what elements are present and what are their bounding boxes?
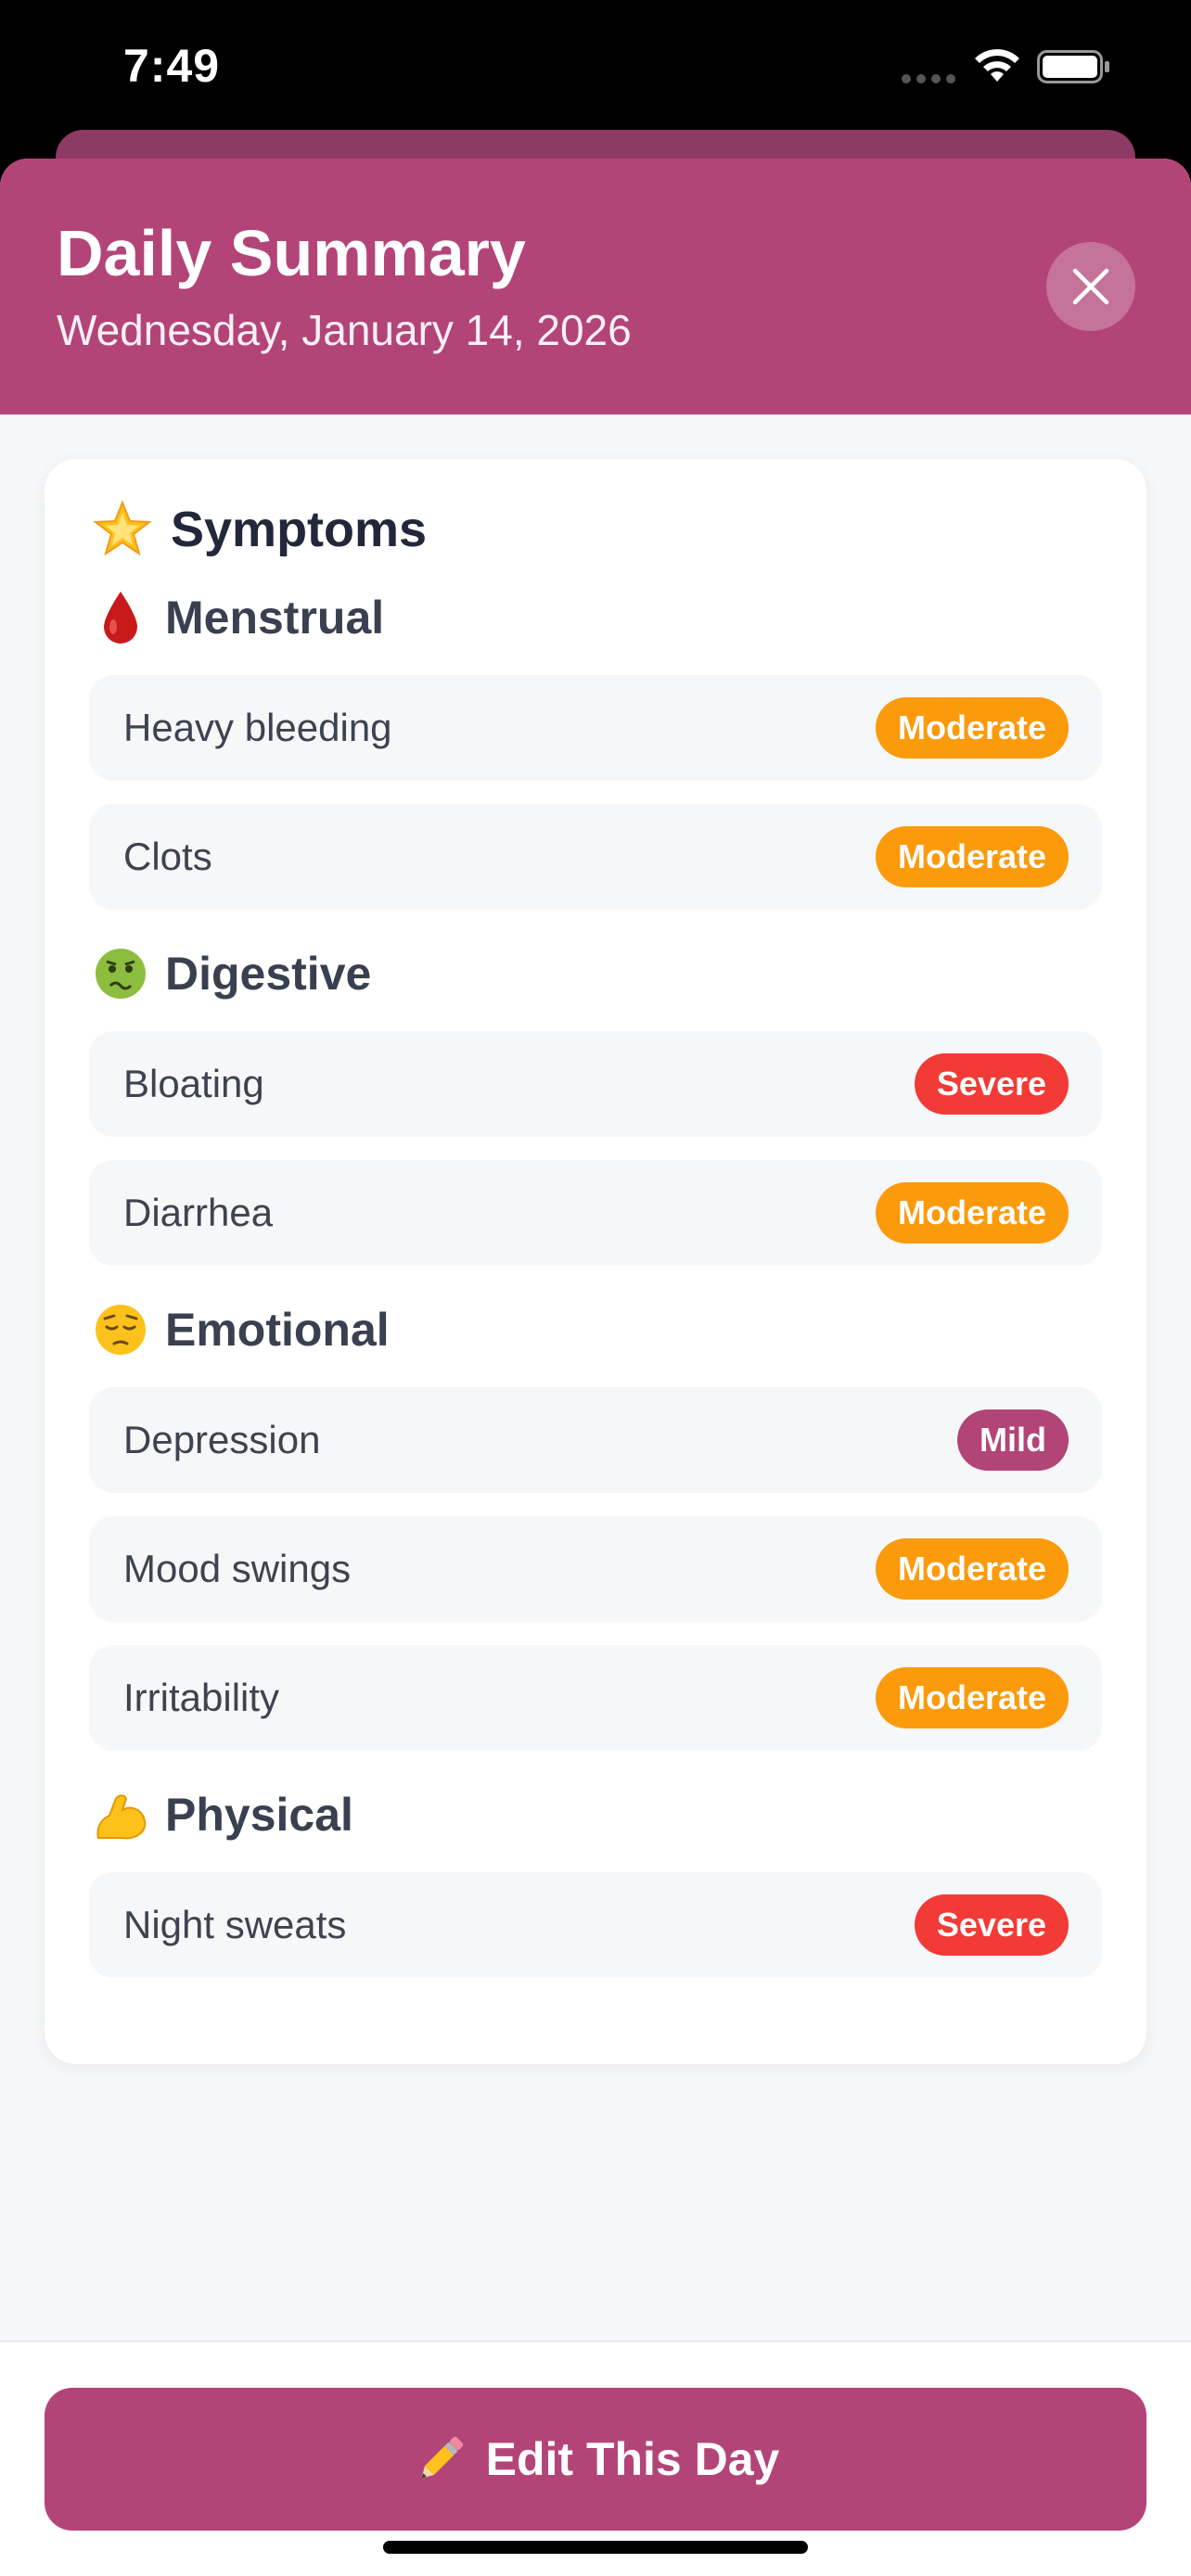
- severity-badge: Mild: [957, 1409, 1069, 1471]
- severity-badge: Moderate: [875, 1538, 1069, 1600]
- symptoms-heading: Symptoms: [93, 500, 427, 559]
- symptom-row-clots[interactable]: Clots Moderate: [89, 804, 1102, 910]
- pencil-icon: [421, 2436, 463, 2479]
- close-button[interactable]: [1046, 242, 1135, 331]
- symptom-row-diarrhea[interactable]: Diarrhea Moderate: [89, 1160, 1102, 1266]
- severity-badge: Severe: [914, 1053, 1069, 1115]
- blood-drop-icon: [93, 590, 148, 645]
- home-indicator[interactable]: [383, 2541, 808, 2554]
- symptom-row-irritability[interactable]: Irritability Moderate: [89, 1645, 1102, 1751]
- flexed-biceps-icon: [93, 1787, 148, 1843]
- category-digestive: Digestive: [93, 946, 371, 1001]
- star-icon: [93, 500, 152, 556]
- close-icon: [1072, 268, 1109, 305]
- page-title: Daily Summary: [57, 217, 526, 289]
- severity-badge: Moderate: [875, 826, 1069, 887]
- symptom-label: Heavy bleeding: [123, 706, 392, 749]
- symptom-row-bloating[interactable]: Bloating Severe: [89, 1031, 1102, 1137]
- symptoms-card: Symptoms Menstrual Heavy bleeding Modera…: [45, 459, 1146, 2064]
- symptoms-title: Symptoms: [171, 502, 428, 557]
- category-physical: Physical: [93, 1787, 353, 1843]
- summary-date: Wednesday, January 14, 2026: [57, 306, 632, 354]
- status-time: 7:49: [123, 40, 221, 92]
- daily-summary-sheet: Daily Summary Wednesday, January 14, 202…: [0, 159, 1191, 2576]
- wifi-icon: [975, 49, 1019, 82]
- symptom-label: Bloating: [123, 1062, 264, 1105]
- status-bar: 7:49: [0, 0, 1191, 130]
- symptom-label: Mood swings: [123, 1547, 352, 1590]
- severity-badge: Moderate: [875, 1182, 1069, 1243]
- nauseated-face-icon: [93, 946, 148, 1001]
- symptom-label: Depression: [123, 1418, 321, 1461]
- cellular-signal-icon: [902, 74, 955, 83]
- sheet-header: Daily Summary Wednesday, January 14, 202…: [0, 159, 1191, 414]
- symptom-label: Clots: [123, 835, 212, 878]
- symptom-label: Night sweats: [123, 1903, 347, 1946]
- symptom-label: Diarrhea: [123, 1191, 274, 1234]
- category-title: Emotional: [165, 1304, 390, 1356]
- symptom-row-depression[interactable]: Depression Mild: [89, 1387, 1102, 1493]
- category-title: Digestive: [165, 948, 372, 1000]
- pensive-face-icon: [93, 1302, 148, 1358]
- symptom-row-night-sweats[interactable]: Night sweats Severe: [89, 1872, 1102, 1978]
- severity-badge: Moderate: [875, 697, 1069, 759]
- symptom-row-heavy-bleeding[interactable]: Heavy bleeding Moderate: [89, 675, 1102, 781]
- symptom-row-mood-swings[interactable]: Mood swings Moderate: [89, 1516, 1102, 1622]
- battery-icon: [1037, 50, 1109, 83]
- category-title: Menstrual: [165, 592, 385, 644]
- category-menstrual: Menstrual: [93, 590, 384, 645]
- severity-badge: Severe: [914, 1894, 1069, 1956]
- category-emotional: Emotional: [93, 1302, 390, 1358]
- severity-badge: Moderate: [875, 1667, 1069, 1728]
- edit-day-button[interactable]: Edit This Day: [45, 2388, 1146, 2531]
- symptom-label: Irritability: [123, 1676, 280, 1719]
- edit-day-label: Edit This Day: [485, 2433, 780, 2485]
- category-title: Physical: [165, 1789, 353, 1841]
